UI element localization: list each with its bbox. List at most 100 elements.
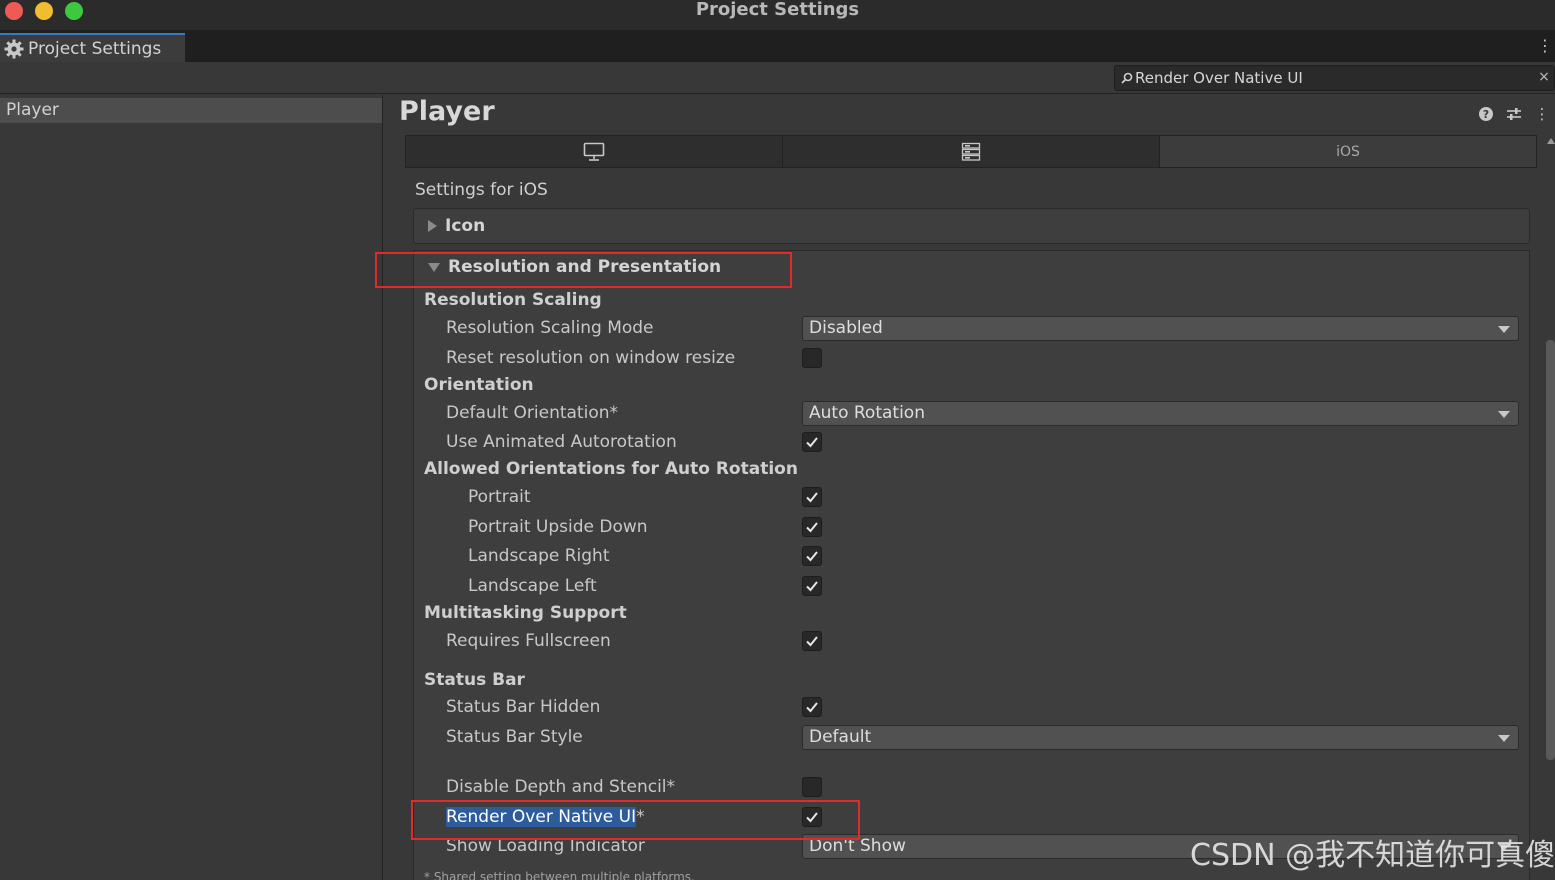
dropdown-value: Disabled — [809, 318, 883, 338]
search-match-highlight: Render Over Native UI — [446, 807, 637, 827]
resolution-foldout-header[interactable]: Resolution and Presentation — [428, 257, 721, 277]
checkmark-icon — [806, 636, 818, 647]
chevron-right-icon — [428, 220, 437, 232]
group-title: Multitasking Support — [424, 603, 627, 623]
setting-row: Resolution Scaling Mode Disabled — [414, 314, 1531, 342]
resolution-presentation-panel: Resolution and Presentation Resolution S… — [413, 250, 1530, 880]
help-icon[interactable]: ? — [1477, 105, 1495, 123]
group-multitasking: Multitasking Support — [414, 599, 1531, 627]
search-row: × — [0, 62, 1555, 94]
clear-search-icon[interactable]: × — [1536, 68, 1552, 86]
window-more-icon[interactable]: ⋮ — [1537, 36, 1553, 56]
portrait-checkbox[interactable] — [802, 487, 822, 507]
settings-sidebar: Player — [0, 95, 383, 880]
setting-label: Use Animated Autorotation — [446, 432, 677, 452]
tab-label: Project Settings — [28, 39, 162, 59]
default-orientation-dropdown[interactable]: Auto Rotation — [802, 401, 1519, 426]
checkmark-icon — [806, 551, 818, 562]
search-icon — [1121, 72, 1133, 84]
setting-label: Status Bar Hidden — [446, 697, 601, 717]
setting-label: Requires Fullscreen — [446, 631, 611, 651]
tab-ios-label: iOS — [1336, 143, 1360, 160]
landscape-right-checkbox[interactable] — [802, 546, 822, 566]
dropdown-arrow-icon — [1498, 326, 1510, 333]
setting-row: Status Bar Hidden — [414, 693, 1531, 721]
requires-fullscreen-checkbox[interactable] — [802, 631, 822, 651]
group-title: Orientation — [424, 375, 534, 395]
setting-row: Portrait Upside Down — [414, 513, 1531, 541]
resolution-scaling-mode-dropdown[interactable]: Disabled — [802, 316, 1519, 341]
portrait-upside-down-checkbox[interactable] — [802, 517, 822, 537]
dropdown-value: Auto Rotation — [809, 403, 925, 423]
tab-project-settings[interactable]: Project Settings — [0, 33, 185, 63]
server-icon — [961, 142, 981, 161]
setting-label: Reset resolution on window resize — [446, 348, 736, 368]
svg-text:?: ? — [1483, 108, 1489, 121]
setting-label: Resolution Scaling Mode — [446, 318, 654, 338]
setting-label: Landscape Left — [468, 576, 597, 596]
setting-row: Default Orientation* Auto Rotation — [414, 399, 1531, 427]
search-input[interactable] — [1135, 69, 1525, 87]
checkmark-icon — [806, 581, 818, 592]
monitor-icon — [583, 142, 605, 161]
checkmark-icon — [806, 522, 818, 533]
setting-label: Disable Depth and Stencil* — [446, 777, 676, 797]
group-orientation: Orientation — [414, 371, 1531, 399]
group-title: Status Bar — [424, 670, 525, 690]
animated-autorotation-checkbox[interactable] — [802, 432, 822, 452]
checkmark-icon — [806, 492, 818, 503]
setting-row: Disable Depth and Stencil* — [414, 773, 1531, 801]
setting-label: Portrait — [468, 487, 531, 507]
checkmark-icon — [806, 437, 818, 448]
dropdown-value: Don't Show — [809, 836, 906, 856]
group-title: Allowed Orientations for Auto Rotation — [424, 459, 798, 479]
setting-label: Portrait Upside Down — [468, 517, 648, 537]
tab-strip: Project Settings — [0, 30, 1555, 63]
reset-resolution-checkbox[interactable] — [802, 348, 822, 368]
dropdown-arrow-icon — [1498, 735, 1510, 742]
icon-foldout-label: Icon — [445, 216, 486, 236]
window-title: Project Settings — [695, 0, 860, 20]
checkmark-icon — [806, 702, 818, 713]
setting-label: Landscape Right — [468, 546, 610, 566]
title-bar: Project Settings — [0, 0, 1555, 30]
search-box: × — [1114, 65, 1555, 91]
gear-icon — [4, 39, 24, 59]
header-icons: ? ⋮ — [1477, 105, 1551, 123]
scroll-up-icon[interactable] — [1547, 138, 1555, 144]
icon-foldout[interactable]: Icon — [413, 208, 1530, 244]
tab-server[interactable] — [783, 136, 1160, 167]
setting-label: Default Orientation* — [446, 403, 618, 423]
watermark: CSDN @我不知道你可真傻 — [1190, 838, 1555, 873]
setting-label: Status Bar Style — [446, 727, 583, 747]
setting-row: Reset resolution on window resize — [414, 344, 1531, 372]
vertical-scrollbar[interactable] — [1546, 340, 1555, 760]
render-over-native-ui-checkbox[interactable] — [802, 807, 822, 827]
render-over-native-ui-label: Render Over Native UI* — [446, 803, 645, 831]
platform-tabs: iOS — [405, 135, 1537, 168]
group-resolution-scaling: Resolution Scaling — [414, 286, 1531, 314]
setting-row: Requires Fullscreen — [414, 627, 1531, 655]
tab-ios[interactable]: iOS — [1160, 136, 1536, 167]
checkmark-icon — [806, 812, 818, 823]
disable-depth-stencil-checkbox[interactable] — [802, 777, 822, 797]
settings-for-label: Settings for iOS — [415, 180, 548, 200]
presets-icon[interactable] — [1505, 105, 1523, 123]
group-title: Resolution Scaling — [424, 290, 602, 310]
group-allowed-orientations: Allowed Orientations for Auto Rotation — [414, 455, 1531, 483]
tab-standalone[interactable] — [406, 136, 783, 167]
page-title: Player — [399, 96, 495, 127]
more-icon[interactable]: ⋮ — [1533, 105, 1551, 123]
shared-setting-footnote: * Shared setting between multiple platfo… — [424, 870, 695, 880]
setting-label: Show Loading Indicator — [446, 836, 645, 856]
status-bar-hidden-checkbox[interactable] — [802, 697, 822, 717]
setting-row: Render Over Native UI* — [414, 803, 1531, 831]
landscape-left-checkbox[interactable] — [802, 576, 822, 596]
setting-row: Landscape Left — [414, 572, 1531, 600]
shared-marker: * — [636, 807, 645, 827]
setting-row: Portrait — [414, 483, 1531, 511]
status-bar-style-dropdown[interactable]: Default — [802, 725, 1519, 750]
setting-row: Landscape Right — [414, 542, 1531, 570]
inspector-panel: Player ? ⋮ iOS Settings for iOS Icon Res… — [384, 95, 1555, 880]
sidebar-item-player[interactable]: Player — [0, 98, 382, 123]
